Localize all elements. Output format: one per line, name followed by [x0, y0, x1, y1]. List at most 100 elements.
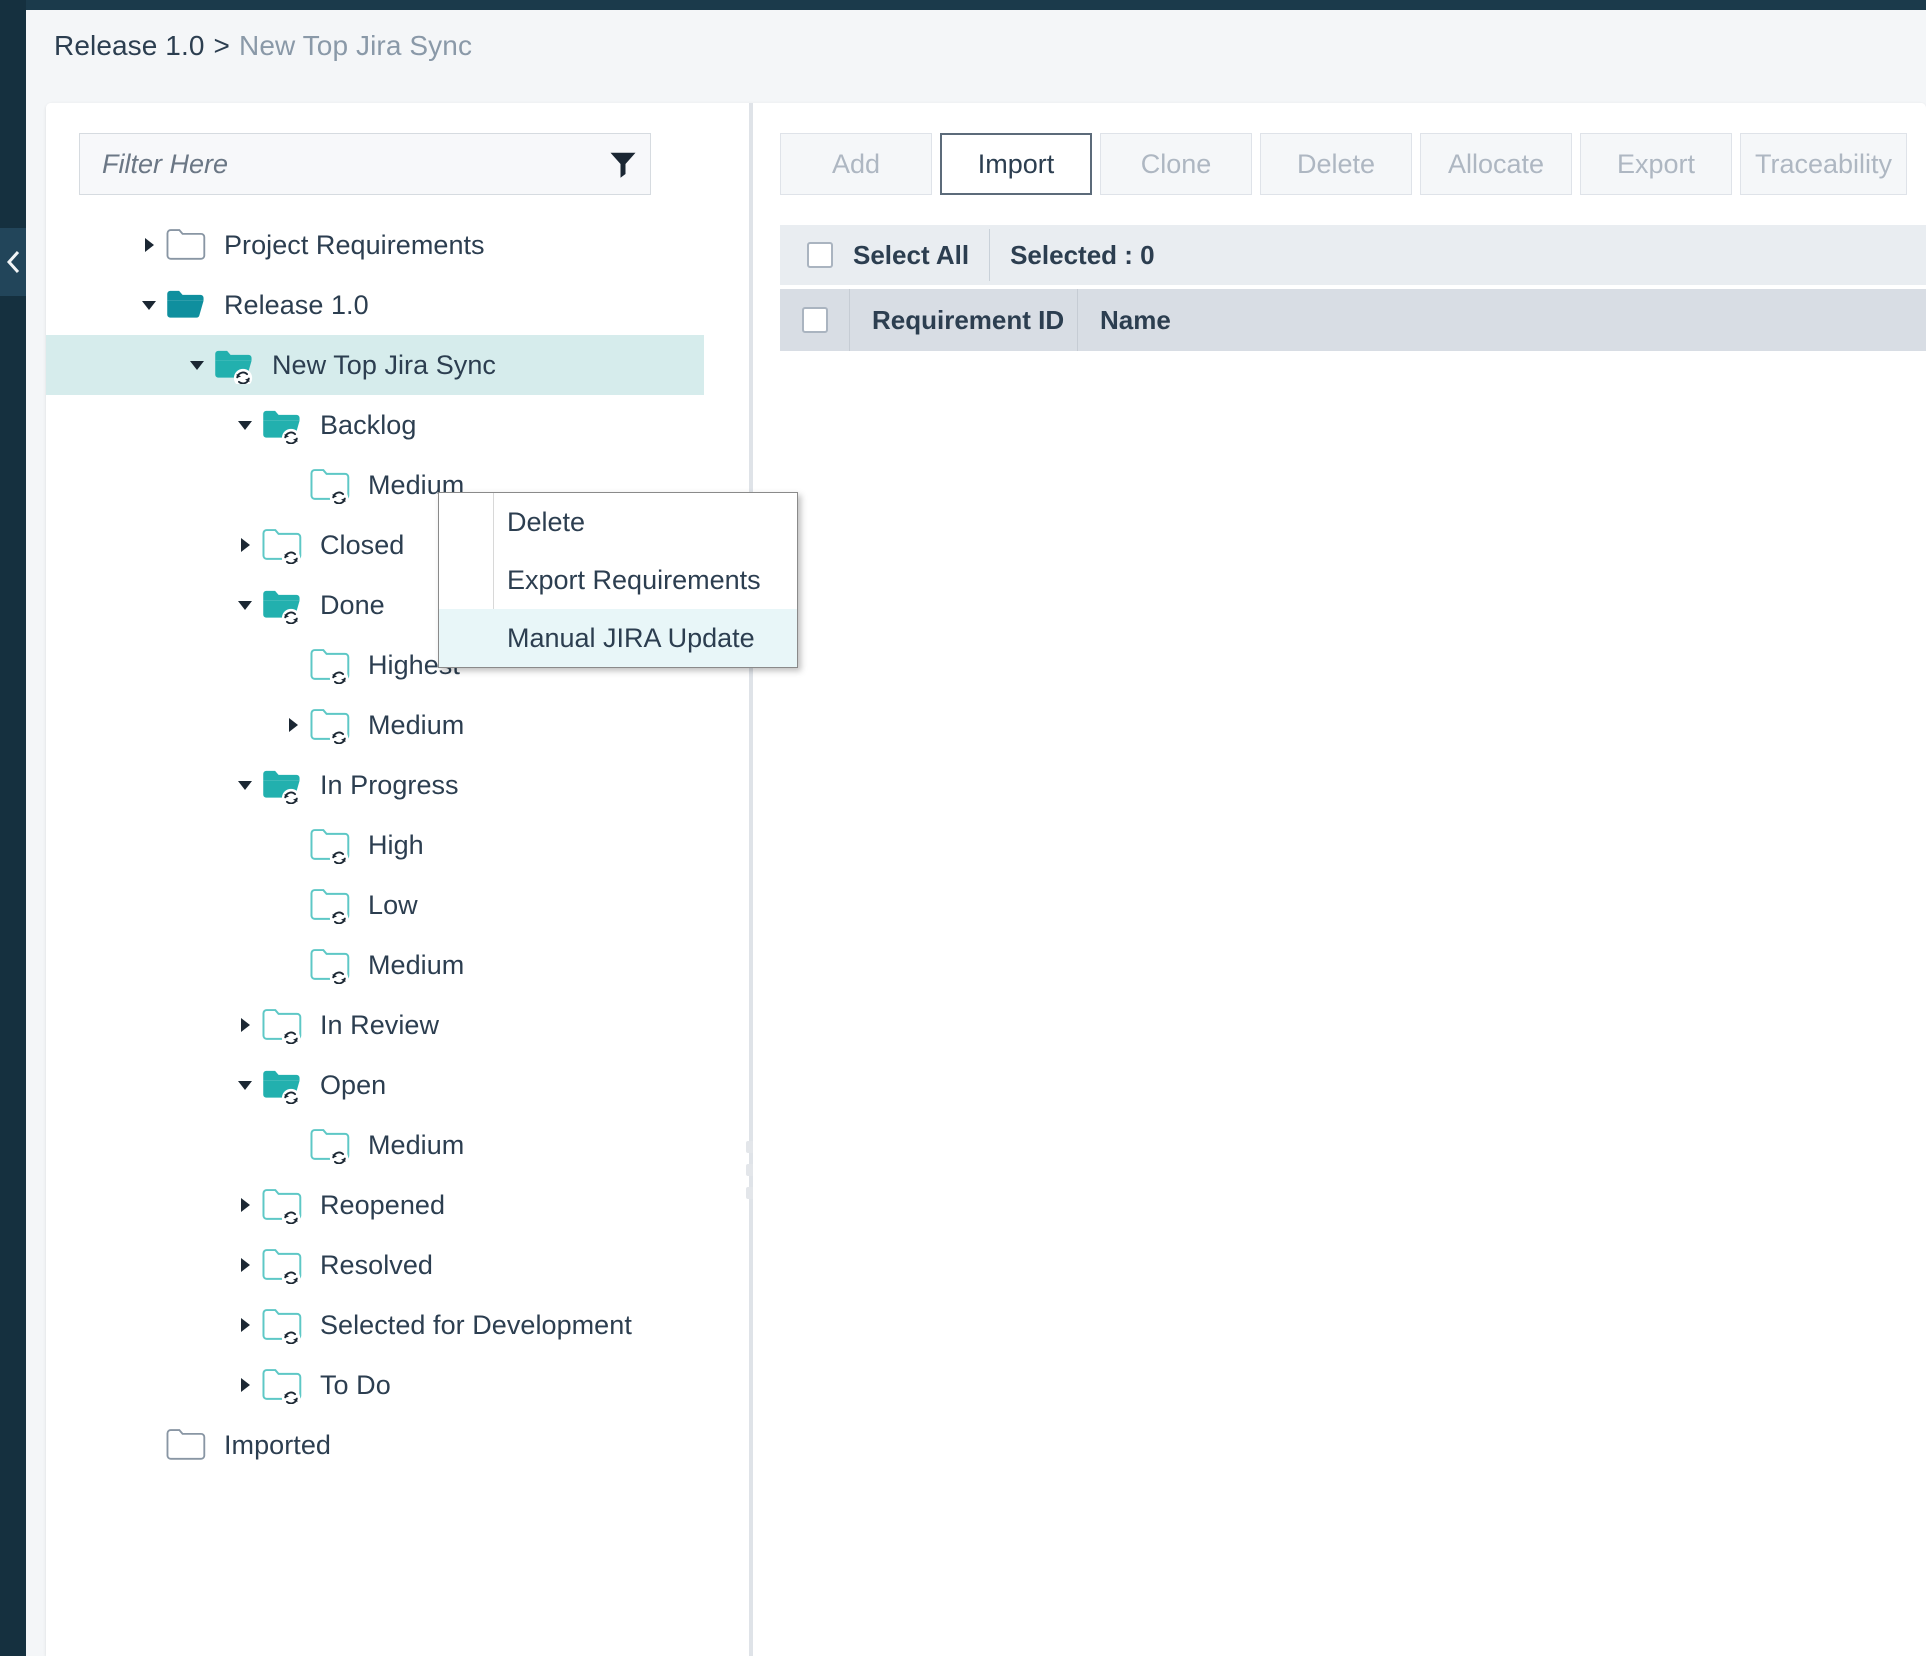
twisty-collapsed-icon[interactable] [230, 1355, 260, 1415]
folder-sync-icon [308, 695, 354, 755]
toolbar-button-allocate[interactable]: Allocate [1420, 133, 1572, 195]
tree-node[interactable]: New Top Jira Sync [46, 335, 704, 395]
requirements-pane: Add Import Clone Delete Allocate Export Tracea… [753, 103, 1926, 1656]
tree-node[interactable]: Medium [46, 935, 704, 995]
twisty-collapsed-icon[interactable] [230, 1235, 260, 1295]
toolbar-button-clone[interactable]: Clone [1100, 133, 1252, 195]
tree-node[interactable]: Open [46, 1055, 704, 1115]
breadcrumb-separator: > [213, 30, 230, 61]
twisty-collapsed-icon[interactable] [230, 995, 260, 1055]
tree-node-label: Medium [368, 709, 465, 740]
tree-node[interactable]: Project Requirements [46, 215, 704, 275]
column-header-requirement-id[interactable]: Requirement ID [850, 289, 1078, 351]
folder-sync-icon [308, 455, 354, 515]
top-strip [0, 0, 1926, 10]
twisty-collapsed-icon[interactable] [278, 695, 308, 755]
folder-sync-icon [260, 995, 306, 1055]
tree-node[interactable]: In Progress [46, 755, 704, 815]
folder-sync-icon [260, 1175, 306, 1235]
tree-node-label: In Review [320, 1009, 439, 1040]
filter-field[interactable] [79, 133, 651, 195]
tree-node-label: New Top Jira Sync [272, 349, 496, 380]
twisty-expanded-icon[interactable] [230, 755, 260, 815]
folder-sync-icon [308, 635, 354, 695]
context-menu-item[interactable]: Manual JIRA Update [439, 609, 797, 667]
twisty-expanded-icon[interactable] [134, 275, 164, 335]
rail-collapse-button[interactable] [0, 228, 26, 296]
selection-bar-divider [989, 229, 991, 281]
folder-sync-icon [260, 1295, 306, 1355]
folder-sync-icon [212, 335, 258, 395]
folder-sync-icon [308, 1115, 354, 1175]
filter-input[interactable] [80, 148, 596, 180]
twisty-expanded-icon[interactable] [230, 395, 260, 455]
folder-sync-icon [308, 815, 354, 875]
select-all-label: Select All [853, 239, 970, 270]
tree-node-label: Backlog [320, 409, 417, 440]
tree-pane: Project Requirements Release 1.0 New Top J… [46, 103, 704, 1656]
twisty-expanded-icon[interactable] [182, 335, 212, 395]
tree-node[interactable]: Release 1.0 [46, 275, 704, 335]
tree-node[interactable]: Selected for Development [46, 1295, 704, 1355]
twisty-collapsed-icon[interactable] [230, 1295, 260, 1355]
tree-node-label: In Progress [320, 769, 459, 800]
select-all-checkbox[interactable] [807, 242, 833, 268]
toolbar-button-delete[interactable]: Delete [1260, 133, 1412, 195]
twisty-collapsed-icon[interactable] [134, 215, 164, 275]
tree-node[interactable]: Backlog [46, 395, 704, 455]
folder-sync-icon [308, 935, 354, 995]
tree-node-label: Reopened [320, 1189, 446, 1220]
folder-icon [164, 215, 210, 275]
tree-node-label: High [368, 829, 424, 860]
context-menu: Delete Export Requirements Manual JIRA Upd… [438, 492, 798, 668]
filter-funnel-icon[interactable] [596, 149, 650, 179]
header-checkbox-cell[interactable] [780, 289, 850, 351]
toolbar-button-add[interactable]: Add [780, 133, 932, 195]
tree-node-label: Imported [224, 1429, 331, 1460]
header-select-checkbox[interactable] [801, 307, 828, 333]
folder-sync-icon [260, 515, 306, 575]
toolbar-button-import[interactable]: Import [940, 133, 1092, 195]
tree-node[interactable]: Resolved [46, 1235, 704, 1295]
tree-node-label: Open [320, 1069, 387, 1100]
tree-node[interactable]: Medium [46, 1115, 704, 1175]
tree-node[interactable]: Medium [46, 695, 704, 755]
application-window: Release 1.0 > New Top Jira Sync Project … [0, 0, 1926, 1656]
toolbar-button-export[interactable]: Export [1580, 133, 1732, 195]
breadcrumb-root[interactable]: Release 1.0 [54, 30, 205, 62]
tree-node-label: Medium [368, 949, 465, 980]
tree-node[interactable]: Low [46, 875, 704, 935]
left-rail [0, 0, 26, 1656]
context-menu-item[interactable]: Export Requirements [439, 551, 797, 609]
tree-node[interactable]: Imported [46, 1415, 704, 1475]
folder-sync-icon [260, 1235, 306, 1295]
folder-open-icon [164, 275, 210, 335]
tree-node-label: Release 1.0 [224, 289, 369, 320]
twisty-collapsed-icon[interactable] [230, 1175, 260, 1235]
twisty-expanded-icon[interactable] [230, 1055, 260, 1115]
breadcrumb: Release 1.0 > New Top Jira Sync [54, 26, 472, 66]
column-header-name[interactable]: Name [1078, 289, 1926, 351]
folder-sync-icon [260, 1055, 306, 1115]
twisty-expanded-icon[interactable] [230, 575, 260, 635]
toolbar-button-traceability[interactable]: Traceability [1740, 133, 1908, 195]
tree-node[interactable]: Reopened [46, 1175, 704, 1235]
selected-count-label: Selected : 0 [1010, 239, 1155, 270]
folder-sync-icon [260, 1355, 306, 1415]
tree-node[interactable]: High [46, 815, 704, 875]
folder-tree: Project Requirements Release 1.0 New Top J… [46, 215, 704, 1475]
folder-icon [164, 1415, 210, 1475]
selection-bar: Select All Selected : 0 [780, 225, 1926, 285]
twisty-collapsed-icon[interactable] [230, 515, 260, 575]
tree-node-label: To Do [320, 1369, 391, 1400]
tree-node[interactable]: In Review [46, 995, 704, 1055]
tree-node[interactable]: To Do [46, 1355, 704, 1415]
folder-sync-icon [260, 755, 306, 815]
tree-node-label: Project Requirements [224, 229, 485, 260]
context-menu-item[interactable]: Delete [439, 493, 797, 551]
